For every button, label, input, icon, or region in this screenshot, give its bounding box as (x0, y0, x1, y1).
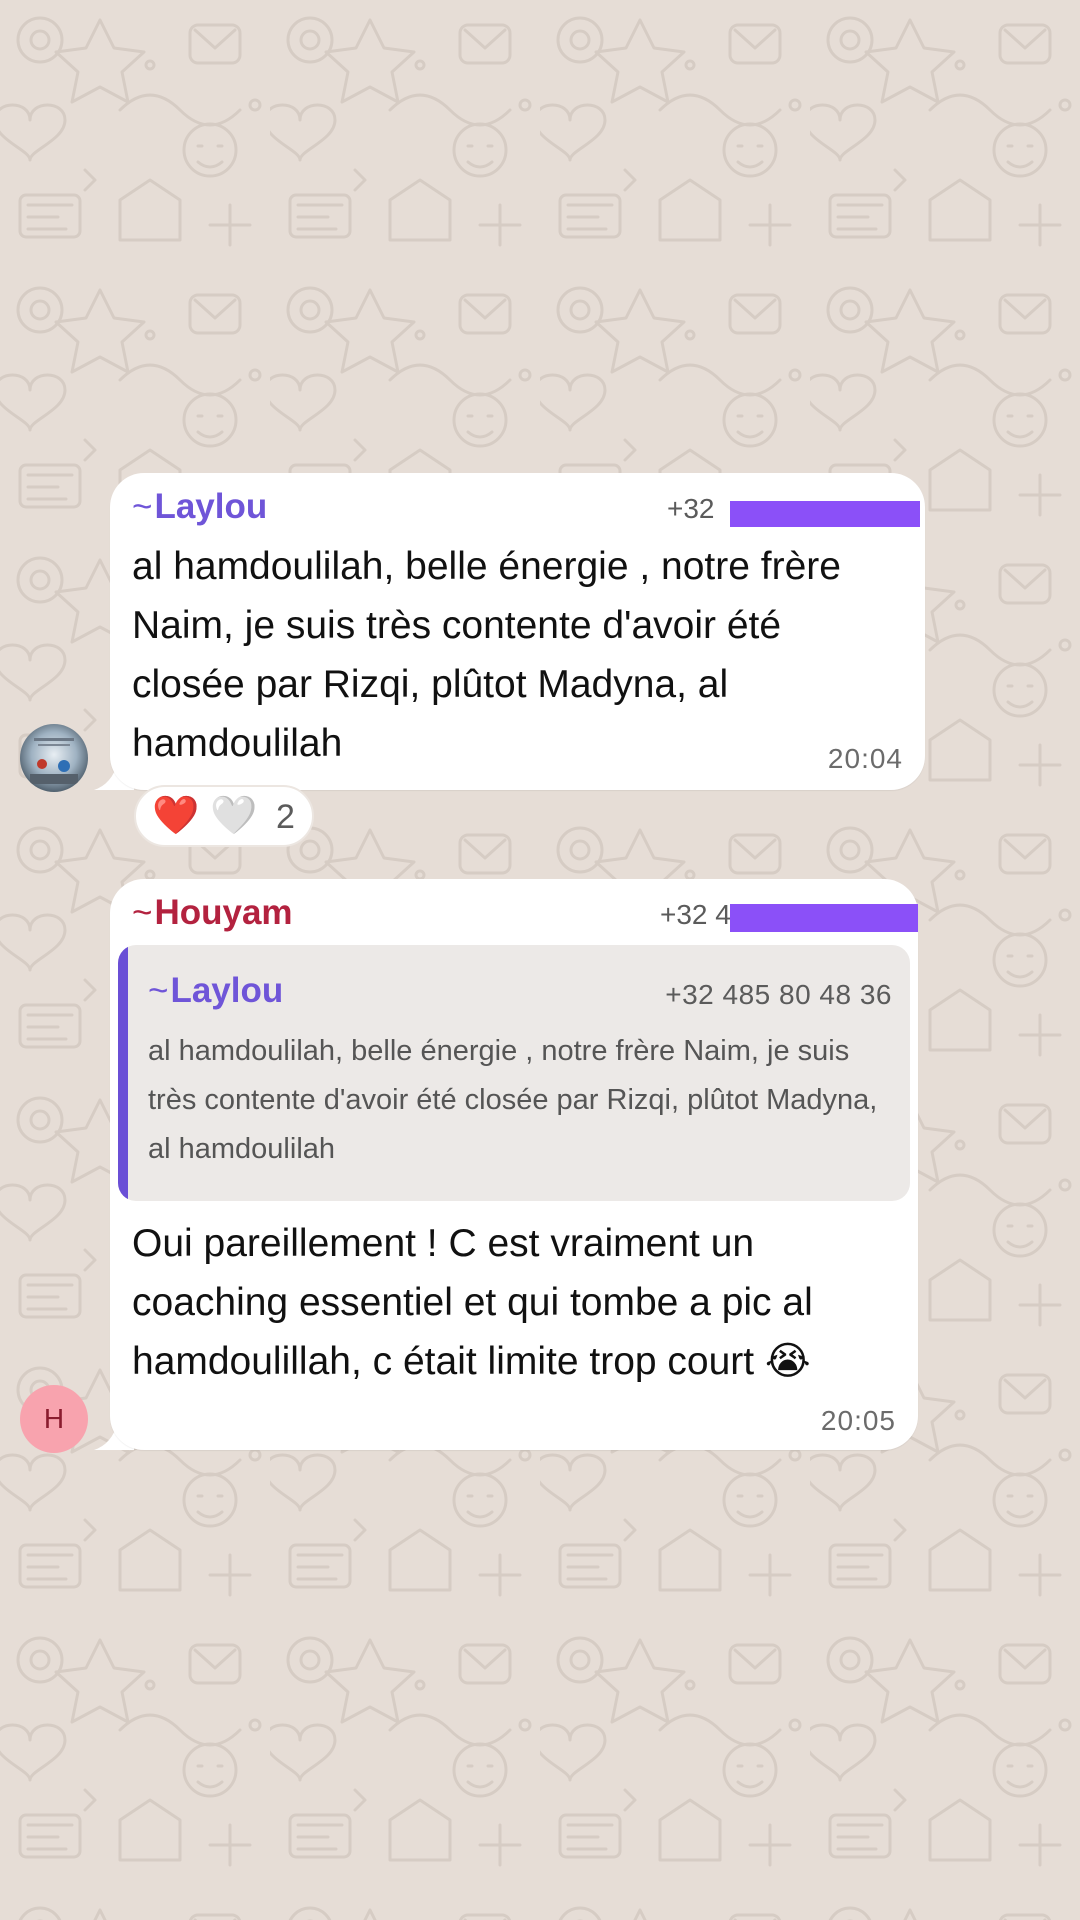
reactions-pill[interactable]: ❤️ 🤍 2 (134, 785, 314, 847)
sender-name-label: Laylou (154, 487, 268, 526)
message-bubble-laylou[interactable]: ~Laylou +32 al hamdoulilah, belle énergi… (110, 473, 925, 790)
sender-phone: +32 4 (660, 899, 731, 930)
quoted-text: al hamdoulilah, belle énergie , notre fr… (148, 1035, 878, 1165)
quote-accent-bar (118, 945, 128, 1201)
heart-red-icon: ❤️ (152, 795, 200, 837)
sender-avatar-houyam[interactable]: H (20, 1385, 88, 1453)
message-bubble-houyam[interactable]: ~Houyam +32 4 ~Laylou +32 485 80 48 36 a… (110, 879, 918, 1450)
message-text: Oui pareillement ! C est vraiment un coa… (132, 1222, 813, 1383)
sender-name[interactable]: ~Laylou (132, 487, 267, 527)
heart-white-icon: 🤍 (210, 795, 258, 837)
avatar-initial: H (43, 1403, 65, 1434)
sender-row: ~Laylou +32 (132, 487, 920, 533)
quoted-sender-phone: +32 485 80 48 36 (665, 979, 892, 1010)
sender-prefix: ~ (132, 893, 153, 932)
quoted-sender-name: ~Laylou (148, 971, 283, 1011)
quoted-sender-label: Laylou (170, 971, 284, 1010)
reaction-count: 2 (276, 798, 295, 836)
redaction-box (730, 501, 920, 527)
quoted-sender-prefix: ~ (148, 971, 169, 1010)
quoted-message[interactable]: ~Laylou +32 485 80 48 36 al hamdoulilah,… (118, 945, 910, 1201)
sender-phone: +32 (667, 493, 715, 524)
message-time: 20:05 (820, 1405, 896, 1436)
redaction-box (730, 904, 918, 932)
sender-avatar-laylou[interactable] (20, 724, 88, 792)
sender-row: ~Houyam +32 4 (132, 893, 918, 939)
sender-name[interactable]: ~Houyam (132, 893, 293, 933)
message-time: 20:04 (827, 743, 903, 774)
message-text: al hamdoulilah, belle énergie , notre fr… (132, 545, 841, 765)
sender-prefix: ~ (132, 487, 153, 526)
sender-name-label: Houyam (154, 893, 293, 932)
profile-photo-icon (20, 724, 88, 792)
